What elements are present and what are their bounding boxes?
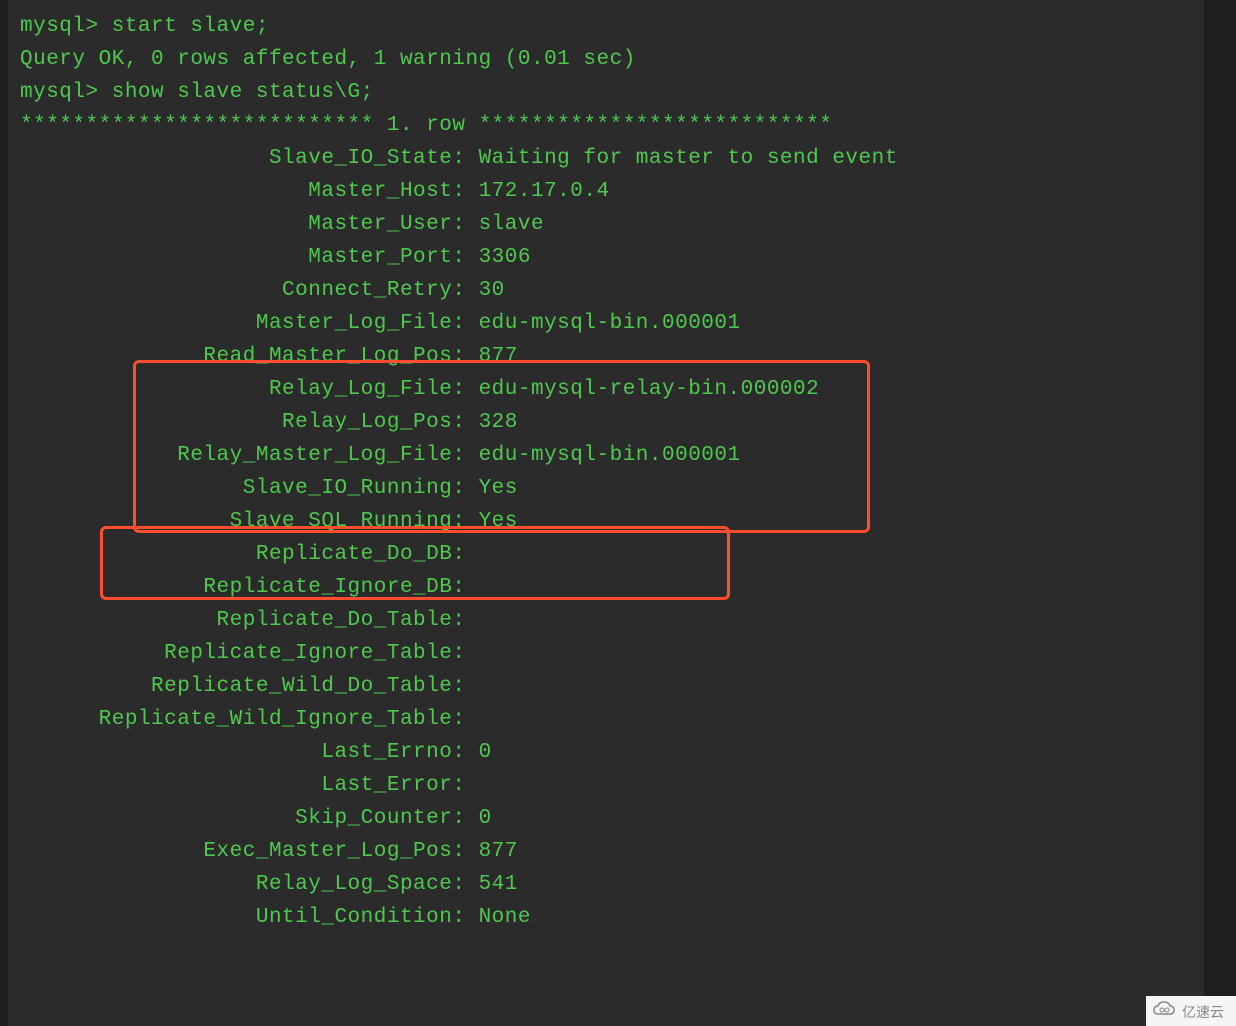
status-field-row: Slave_IO_Running: Yes bbox=[20, 472, 1192, 505]
status-field-row: Slave_IO_State: Waiting for master to se… bbox=[20, 142, 1192, 175]
status-field-row: Relay_Log_Space: 541 bbox=[20, 868, 1192, 901]
status-field-row: Replicate_Do_DB: bbox=[20, 538, 1192, 571]
row-separator: *************************** 1. row *****… bbox=[20, 109, 1192, 142]
query-result: Query OK, 0 rows affected, 1 warning (0.… bbox=[20, 43, 1192, 76]
status-field-row: Relay_Log_Pos: 328 bbox=[20, 406, 1192, 439]
status-field-row: Skip_Counter: 0 bbox=[20, 802, 1192, 835]
status-field-row: Until_Condition: None bbox=[20, 901, 1192, 934]
status-field-row: Replicate_Wild_Do_Table: bbox=[20, 670, 1192, 703]
command-line: mysql> start slave; bbox=[20, 10, 1192, 43]
status-field-row: Exec_Master_Log_Pos: 877 bbox=[20, 835, 1192, 868]
status-field-row: Replicate_Do_Table: bbox=[20, 604, 1192, 637]
watermark-text: 亿速云 bbox=[1182, 1002, 1224, 1022]
status-field-row: Replicate_Ignore_DB: bbox=[20, 571, 1192, 604]
cloud-icon bbox=[1152, 1000, 1176, 1020]
status-field-row: Master_Port: 3306 bbox=[20, 241, 1192, 274]
command-line: mysql> show slave status\G; bbox=[20, 76, 1192, 109]
status-field-row: Master_User: slave bbox=[20, 208, 1192, 241]
status-fields: Slave_IO_State: Waiting for master to se… bbox=[20, 142, 1192, 934]
watermark: 亿速云 bbox=[1146, 996, 1236, 1026]
status-field-row: Last_Error: bbox=[20, 769, 1192, 802]
status-field-row: Relay_Master_Log_File: edu-mysql-bin.000… bbox=[20, 439, 1192, 472]
status-field-row: Replicate_Ignore_Table: bbox=[20, 637, 1192, 670]
status-field-row: Slave_SQL_Running: Yes bbox=[20, 505, 1192, 538]
terminal-output: mysql> start slave; Query OK, 0 rows aff… bbox=[8, 0, 1204, 1026]
status-field-row: Master_Log_File: edu-mysql-bin.000001 bbox=[20, 307, 1192, 340]
status-field-row: Master_Host: 172.17.0.4 bbox=[20, 175, 1192, 208]
status-field-row: Last_Errno: 0 bbox=[20, 736, 1192, 769]
status-field-row: Connect_Retry: 30 bbox=[20, 274, 1192, 307]
status-field-row: Read_Master_Log_Pos: 877 bbox=[20, 340, 1192, 373]
status-field-row: Replicate_Wild_Ignore_Table: bbox=[20, 703, 1192, 736]
status-field-row: Relay_Log_File: edu-mysql-relay-bin.0000… bbox=[20, 373, 1192, 406]
